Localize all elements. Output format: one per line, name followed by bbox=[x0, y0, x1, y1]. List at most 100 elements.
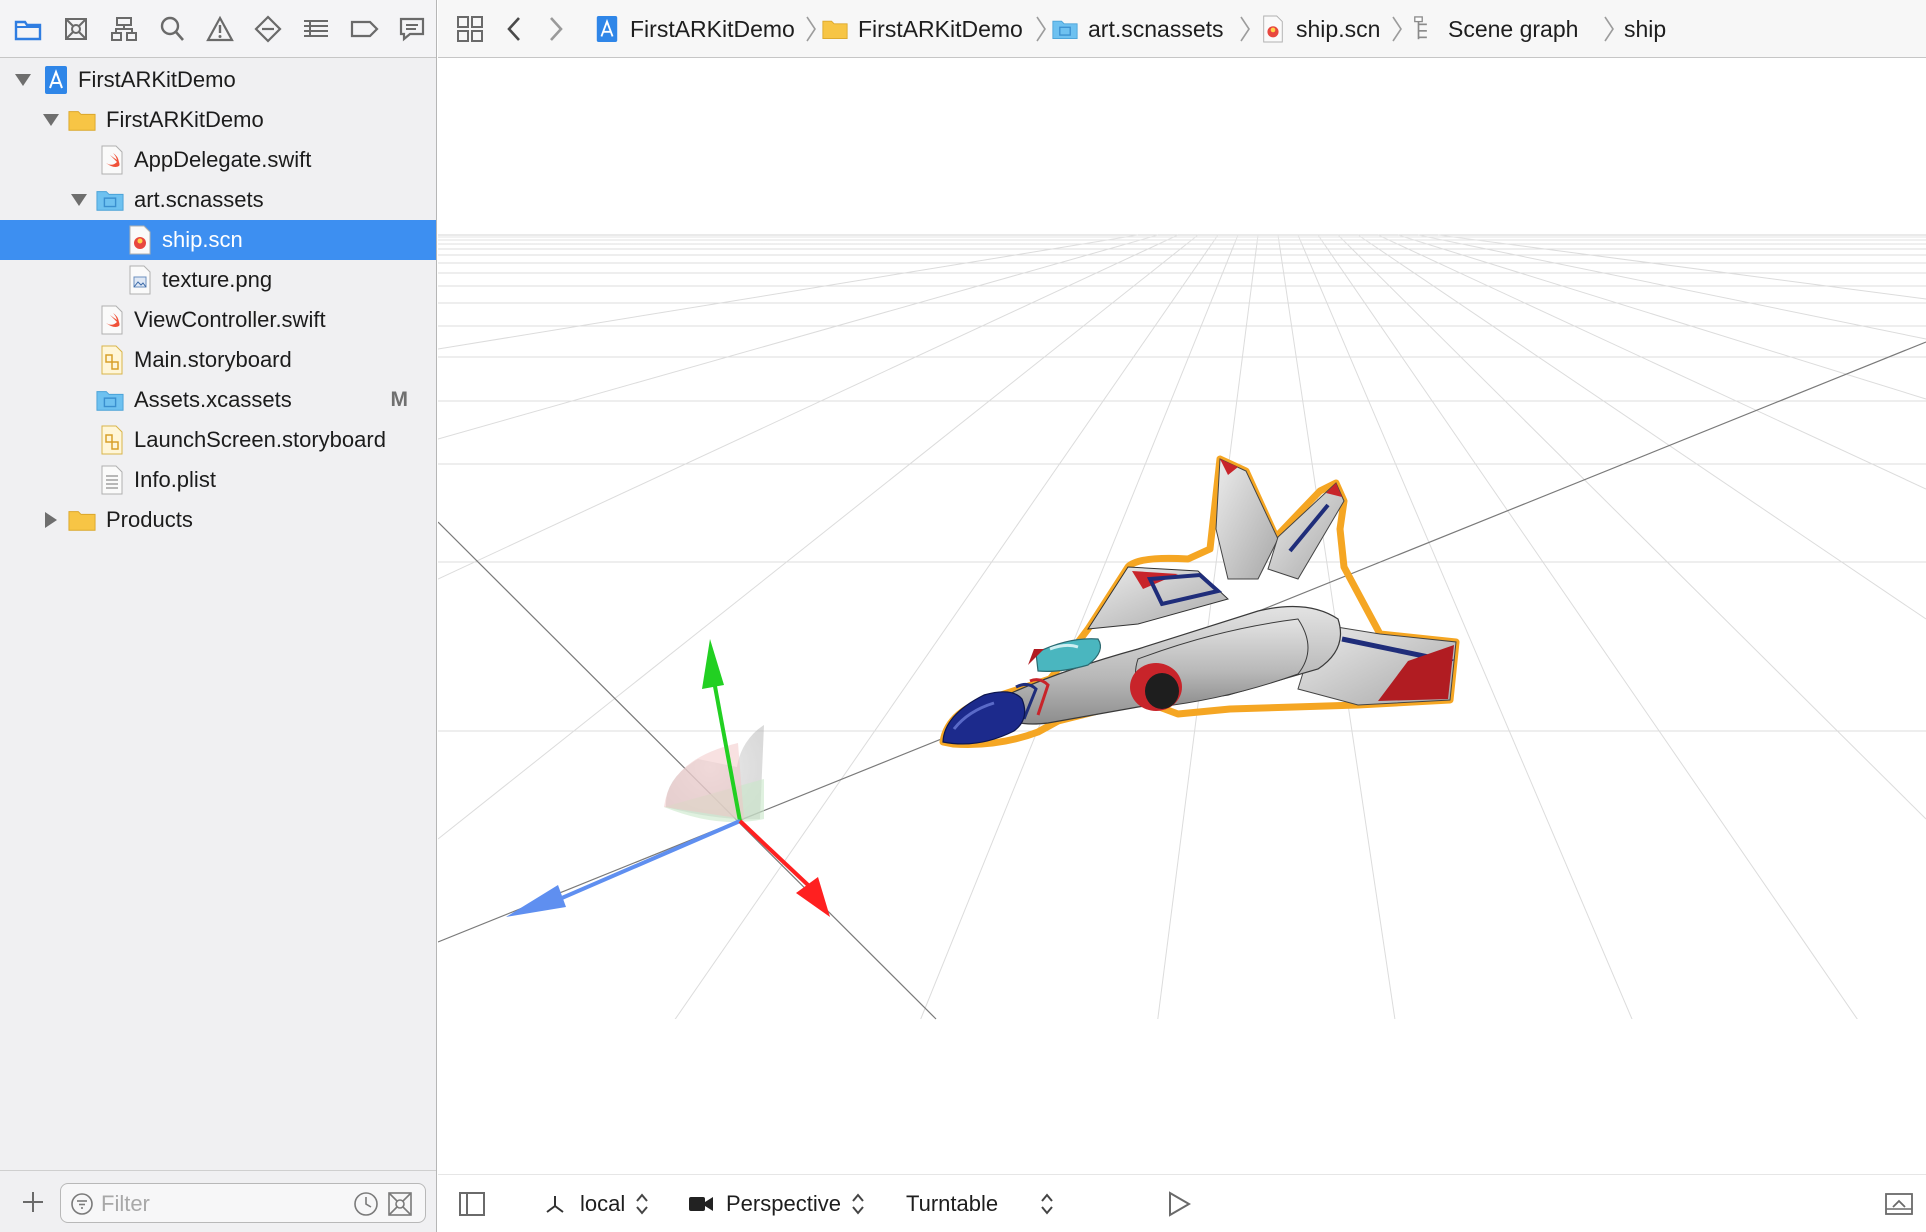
recent-files-clock-icon[interactable] bbox=[353, 1191, 379, 1217]
disclosure-open-icon[interactable] bbox=[68, 189, 90, 211]
disclosure-closed-icon[interactable] bbox=[40, 509, 62, 531]
breadcrumb-file[interactable]: ship.scn bbox=[1260, 0, 1380, 58]
transform-space-value: local bbox=[580, 1191, 626, 1216]
project-navigator-icon[interactable] bbox=[10, 11, 46, 47]
project-navigator: FirstARKitDemo FirstARKitDemo AppDelegat… bbox=[0, 0, 437, 1232]
project-icon bbox=[596, 16, 618, 42]
tree-row-label: ViewController.swift bbox=[134, 307, 326, 332]
navigation-mode-value: Turntable bbox=[906, 1191, 999, 1216]
scene-graph-toggle-button[interactable] bbox=[458, 1175, 486, 1232]
breadcrumb-label: FirstARKitDemo bbox=[630, 15, 795, 42]
transform-space-popup[interactable]: local bbox=[544, 1175, 649, 1232]
storyboard-icon bbox=[101, 425, 123, 455]
warning-icon[interactable] bbox=[202, 11, 238, 47]
swift-file-icon bbox=[101, 145, 123, 175]
breadcrumb-node[interactable]: ship bbox=[1624, 0, 1666, 58]
breadcrumb-scene-graph[interactable]: Scene graph bbox=[1412, 0, 1578, 58]
swift-file-icon bbox=[101, 305, 123, 335]
breadcrumb-label: FirstARKitDemo bbox=[858, 15, 1023, 42]
scene-editor-viewport[interactable] bbox=[438, 59, 1926, 1174]
add-icon[interactable] bbox=[18, 1187, 48, 1217]
inspector-toggle-button[interactable] bbox=[1884, 1175, 1914, 1232]
play-button[interactable] bbox=[1166, 1175, 1192, 1232]
breadcrumb-label: Scene graph bbox=[1448, 15, 1579, 42]
breadcrumb-separator-icon bbox=[1036, 16, 1046, 42]
scene-file-icon bbox=[129, 225, 151, 255]
storyboard-icon bbox=[101, 345, 123, 375]
tree-row-file[interactable]: texture.png bbox=[0, 260, 436, 300]
scene-bottom-toolbar: local Perspective Turntable bbox=[438, 1174, 1926, 1232]
tree-row-label: texture.png bbox=[162, 267, 273, 292]
sidebar-toggle-icon bbox=[459, 1192, 485, 1216]
breadcrumb-separator-icon bbox=[806, 16, 816, 42]
source-control-status-badge: M bbox=[390, 388, 409, 411]
blue-folder-icon bbox=[1052, 20, 1078, 39]
breakpoint-icon[interactable] bbox=[346, 11, 382, 47]
tree-row-label: Main.storyboard bbox=[134, 347, 292, 372]
source-control-filter-icon[interactable] bbox=[387, 1191, 413, 1217]
forward-chevron-icon[interactable] bbox=[538, 11, 574, 47]
back-chevron-icon[interactable] bbox=[496, 11, 532, 47]
disclosure-open-icon[interactable] bbox=[40, 109, 62, 131]
breadcrumb-label: art.scnassets bbox=[1088, 15, 1224, 42]
horizon-haze bbox=[438, 229, 1926, 249]
tree-row-folder[interactable]: art.scnassets bbox=[0, 180, 436, 220]
tree-row-label: art.scnassets bbox=[134, 187, 264, 212]
blue-folder-icon bbox=[96, 191, 124, 211]
transform-gizmo[interactable] bbox=[506, 639, 830, 917]
folder-icon bbox=[68, 511, 96, 531]
breadcrumb-label: ship bbox=[1624, 15, 1667, 42]
z-axis-arrow-icon[interactable] bbox=[506, 885, 566, 917]
breadcrumb-separator-icon bbox=[1604, 16, 1614, 42]
breadcrumb-group[interactable]: FirstARKitDemo bbox=[822, 0, 1023, 58]
tree-row-label: Info.plist bbox=[134, 467, 216, 492]
report-icon[interactable] bbox=[394, 11, 430, 47]
navigation-mode-popup[interactable]: Turntable bbox=[906, 1175, 1054, 1232]
breadcrumb-project[interactable]: FirstARKitDemo bbox=[594, 0, 795, 58]
x-axis-arrow-icon[interactable] bbox=[796, 877, 830, 917]
filter-icon bbox=[71, 1193, 93, 1215]
axis-icon bbox=[546, 1196, 564, 1213]
grid-fade bbox=[438, 1019, 1926, 1174]
scene-canvas[interactable] bbox=[438, 59, 1926, 1174]
ship-model[interactable] bbox=[939, 455, 1460, 748]
breadcrumb-separator-icon bbox=[1392, 16, 1402, 42]
scene-file-icon bbox=[1263, 15, 1283, 43]
filter-field[interactable] bbox=[60, 1183, 426, 1223]
tree-row-label: Products bbox=[106, 507, 193, 532]
tree-row-file-selected[interactable]: ship.scn bbox=[0, 220, 436, 260]
scene-graph-icon bbox=[1414, 16, 1427, 40]
popup-stepper-icon bbox=[636, 1193, 649, 1215]
tree-row-folder[interactable]: Products bbox=[0, 500, 436, 540]
disclosure-open-icon[interactable] bbox=[12, 69, 34, 91]
y-axis-arrow-icon[interactable] bbox=[702, 639, 724, 689]
hierarchy-icon[interactable] bbox=[106, 11, 142, 47]
related-items-icon[interactable] bbox=[452, 11, 488, 47]
jump-bar: FirstARKitDemo FirstARKitDemo art.scnass… bbox=[438, 0, 1926, 58]
tree-row-folder[interactable]: FirstARKitDemo bbox=[0, 100, 436, 140]
tree-row-file[interactable]: AppDelegate.swift bbox=[0, 140, 436, 180]
tree-row-label: LaunchScreen.storyboard bbox=[134, 427, 386, 452]
tree-row-file[interactable]: Main.storyboard bbox=[0, 340, 436, 380]
tree-row-file[interactable]: Info.plist bbox=[0, 460, 436, 500]
tree-row-project[interactable]: FirstARKitDemo bbox=[0, 60, 436, 100]
project-icon bbox=[45, 66, 67, 94]
source-control-icon[interactable] bbox=[58, 11, 94, 47]
debug-list-icon[interactable] bbox=[298, 11, 334, 47]
camera-value: Perspective bbox=[726, 1191, 841, 1216]
play-icon bbox=[1169, 1191, 1191, 1217]
tree-row-file[interactable]: Assets.xcassets M bbox=[0, 380, 436, 420]
navigator-toolbar bbox=[0, 0, 436, 58]
blue-folder-icon bbox=[96, 391, 124, 411]
popup-stepper-icon bbox=[852, 1193, 864, 1215]
filter-input[interactable] bbox=[101, 1190, 351, 1218]
navigator-filter-bar bbox=[0, 1170, 436, 1232]
camera-popup[interactable]: Perspective bbox=[688, 1175, 865, 1232]
tree-row-file[interactable]: ViewController.swift bbox=[0, 300, 436, 340]
search-icon[interactable] bbox=[154, 11, 190, 47]
tree-row-file[interactable]: LaunchScreen.storyboard bbox=[0, 420, 436, 460]
panel-toggle-icon bbox=[1885, 1193, 1913, 1215]
test-diamond-icon[interactable] bbox=[250, 11, 286, 47]
tree-row-label: FirstARKitDemo bbox=[78, 67, 236, 92]
breadcrumb-assets-folder[interactable]: art.scnassets bbox=[1052, 0, 1224, 58]
